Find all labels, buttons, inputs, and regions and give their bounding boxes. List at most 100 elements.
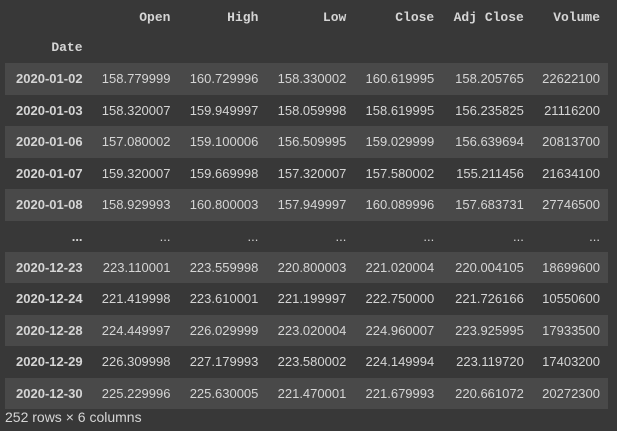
cell-close: 157.580002 [365, 165, 435, 181]
cell-volume: 22622100 [542, 71, 600, 87]
cell-volume: 20813700 [542, 134, 600, 150]
column-header-high: High [227, 9, 259, 25]
cell-volume: ... [589, 228, 600, 244]
cell-adj-close: 221.726166 [455, 291, 524, 307]
row-index-date: ... [71, 228, 83, 244]
table-row: 2020-12-29 226.309998 227.179993 223.580002… [5, 346, 608, 378]
row-index-date: 2020-12-28 [16, 322, 83, 338]
cell-high: 226.029999 [189, 322, 259, 338]
cell-close: 160.619995 [365, 71, 435, 87]
cell-open: ... [159, 228, 171, 244]
column-header-volume: Volume [553, 9, 600, 25]
cell-adj-close: 156.235825 [455, 102, 524, 118]
cell-adj-close: 223.925995 [455, 322, 524, 338]
cell-adj-close: ... [512, 228, 524, 244]
table-row: 2020-01-06 157.080002 159.100006 156.509995… [5, 126, 608, 158]
cell-adj-close: 223.119720 [456, 354, 524, 370]
cell-close: 159.029999 [365, 134, 435, 150]
cell-open: 221.419998 [101, 291, 171, 307]
cell-volume: 17933500 [542, 322, 600, 338]
column-header-low: Low [322, 9, 347, 25]
cell-close: 221.020004 [365, 259, 435, 275]
dataframe-table: Open High Low Close Adj Close Volume Dat… [5, 2, 608, 409]
table-row: 2020-12-28 224.449997 226.029999 223.020004… [5, 314, 608, 346]
index-name: Date [51, 40, 83, 55]
row-index-date: 2020-12-23 [16, 259, 83, 275]
row-index-date: 2020-01-03 [16, 102, 83, 118]
cell-close: ... [423, 228, 435, 244]
cell-adj-close: 155.211456 [456, 165, 524, 181]
empty-header-cell [532, 32, 608, 63]
cell-low: 158.330002 [277, 71, 347, 87]
cell-low: 221.470001 [277, 385, 347, 401]
cell-high: 227.179993 [189, 354, 259, 370]
cell-high: 160.729996 [189, 71, 259, 87]
cell-low: 157.949997 [277, 197, 347, 213]
cell-low: 157.320007 [277, 165, 347, 181]
column-header-open: Open [139, 9, 171, 25]
cell-close: 224.149994 [365, 354, 435, 370]
dataframe-output: Open High Low Close Adj Close Volume Dat… [0, 0, 617, 431]
row-index-date: 2020-01-08 [16, 197, 83, 213]
cell-high: 159.949997 [189, 102, 259, 118]
index-header-row: Date [5, 32, 608, 63]
cell-volume: 21634100 [542, 165, 600, 181]
row-index-date: 2020-12-30 [16, 385, 83, 401]
cell-open: 158.320007 [101, 102, 171, 118]
cell-close: 160.089996 [365, 197, 435, 213]
cell-close: 222.750000 [365, 291, 435, 307]
table-header: Open High Low Close Adj Close Volume Dat… [5, 2, 608, 63]
cell-high: 223.559998 [189, 259, 259, 275]
cell-low: 223.580002 [277, 354, 347, 370]
cell-high: 159.669998 [189, 165, 259, 181]
cell-volume: 27746500 [542, 197, 600, 213]
cell-low: 220.800003 [277, 259, 347, 275]
row-index-date: 2020-01-06 [16, 134, 83, 150]
cell-low: 156.509995 [277, 134, 347, 150]
table-row: 2020-01-07 159.320007 159.669998 157.320007… [5, 157, 608, 189]
table-row: 2020-12-24 221.419998 223.610001 221.199997… [5, 283, 608, 315]
table-body: 2020-01-02 158.779999 160.729996 158.330002… [5, 63, 608, 409]
column-header-adj-close: Adj Close [453, 9, 524, 25]
cell-adj-close: 157.683731 [455, 197, 524, 213]
table-row: 2020-12-30 225.229996 225.630005 221.470001… [5, 377, 608, 409]
cell-low: 221.199997 [277, 291, 347, 307]
cell-low: 158.059998 [277, 102, 347, 118]
cell-open: 157.080002 [101, 134, 171, 150]
empty-header-cell [91, 32, 179, 63]
cell-low: 223.020004 [277, 322, 347, 338]
ellipsis-row: ..................... [5, 220, 608, 252]
row-index-date: 2020-12-29 [16, 354, 83, 370]
cell-open: 158.779999 [101, 71, 171, 87]
table-row: 2020-01-02 158.779999 160.729996 158.330002… [5, 63, 608, 95]
row-index-date: 2020-01-02 [16, 71, 83, 87]
column-header-close: Close [395, 9, 435, 25]
cell-open: 224.449997 [101, 322, 171, 338]
table-row: 2020-01-03 158.320007 159.949997 158.059998… [5, 94, 608, 126]
table-row: 2020-01-08 158.929993 160.800003 157.949997… [5, 189, 608, 221]
cell-open: 226.309998 [101, 354, 171, 370]
cell-high: 223.610001 [189, 291, 259, 307]
cell-high: 159.100006 [189, 134, 259, 150]
empty-header-cell [266, 32, 354, 63]
cell-close: 158.619995 [365, 102, 435, 118]
cell-adj-close: 220.004105 [455, 259, 524, 275]
cell-adj-close: 220.661072 [455, 385, 524, 401]
cell-volume: 21116200 [544, 102, 600, 118]
shape-summary: 252 rows × 6 columns [5, 409, 142, 425]
empty-header-cell [354, 32, 442, 63]
cell-open: 223.110001 [102, 259, 171, 275]
cell-close: 221.679993 [365, 385, 435, 401]
cell-adj-close: 156.639694 [455, 134, 524, 150]
empty-header-cell [178, 32, 266, 63]
empty-header-cell [442, 32, 532, 63]
row-index-date: 2020-12-24 [16, 291, 83, 307]
cell-open: 225.229996 [101, 385, 171, 401]
cell-volume: 18699600 [542, 259, 600, 275]
cell-high: 160.800003 [189, 197, 259, 213]
cell-volume: 10550600 [542, 291, 600, 307]
cell-close: 224.960007 [365, 322, 435, 338]
cell-high: 225.630005 [189, 385, 259, 401]
column-header-row: Open High Low Close Adj Close Volume [5, 2, 608, 32]
row-index-date: 2020-01-07 [16, 165, 83, 181]
